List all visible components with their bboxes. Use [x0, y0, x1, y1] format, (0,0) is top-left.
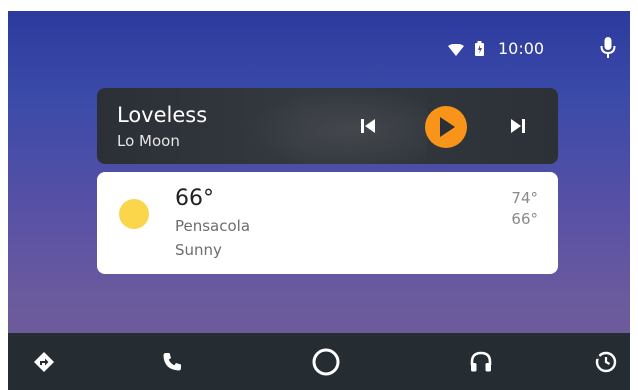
weather-city: Pensacola — [175, 217, 251, 235]
current-temperature: 66° — [175, 186, 214, 211]
play-icon — [440, 117, 455, 137]
phone-icon[interactable] — [160, 350, 184, 374]
skip-previous-icon[interactable] — [359, 116, 377, 136]
bottom-nav-bar — [8, 333, 630, 390]
track-title: Loveless — [117, 103, 208, 127]
weather-card[interactable]: 66° Pensacola Sunny 74° 66° — [97, 172, 558, 274]
status-time: 10:00 — [498, 39, 545, 58]
headphones-icon[interactable] — [469, 350, 493, 374]
wifi-icon — [448, 44, 464, 56]
android-auto-screen: 10:00 Loveless Lo Moon 66° Pensacola Sun… — [8, 11, 630, 390]
sun-icon — [119, 199, 149, 229]
navigation-icon[interactable] — [32, 350, 56, 374]
high-temperature: 74° — [511, 189, 538, 207]
play-button[interactable] — [425, 106, 467, 148]
weather-condition: Sunny — [175, 241, 222, 259]
track-artist: Lo Moon — [117, 132, 180, 150]
home-icon[interactable] — [311, 347, 341, 377]
microphone-icon[interactable] — [600, 37, 616, 59]
skip-next-icon[interactable] — [509, 116, 527, 136]
album-art-background — [247, 88, 427, 164]
battery-icon — [475, 41, 484, 56]
status-bar: 10:00 — [8, 11, 630, 71]
low-temperature: 66° — [511, 210, 538, 228]
overview-icon[interactable] — [594, 350, 618, 374]
media-card[interactable]: Loveless Lo Moon — [97, 88, 558, 164]
